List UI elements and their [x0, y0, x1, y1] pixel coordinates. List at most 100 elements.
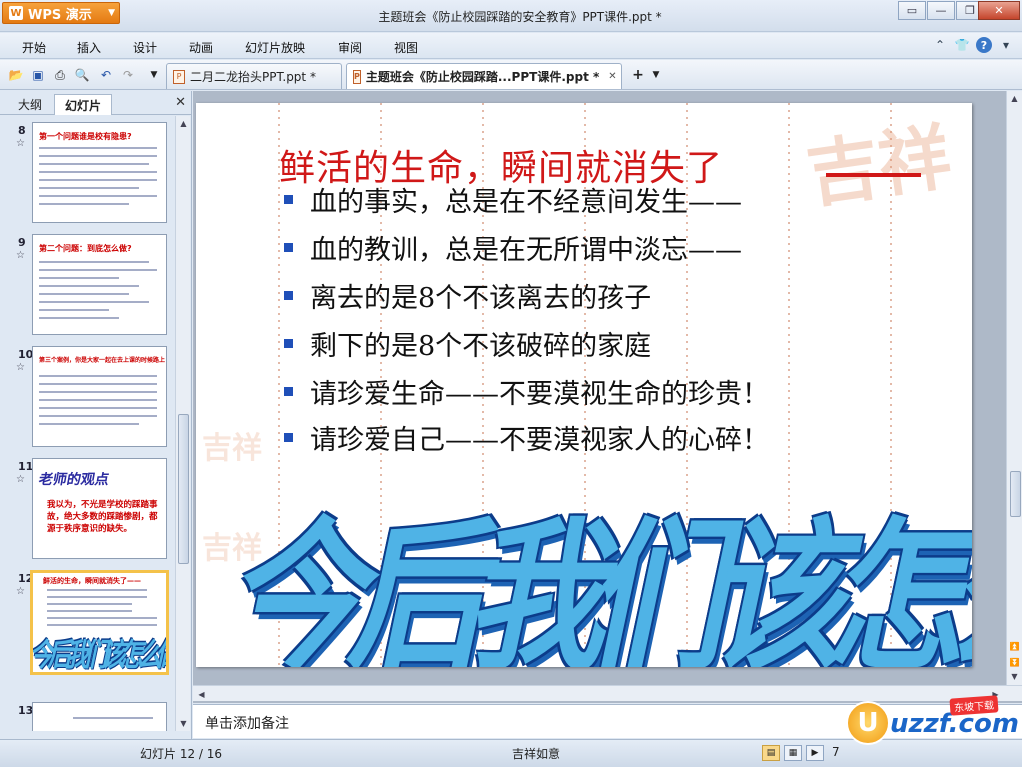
thumbnail-line — [39, 423, 139, 425]
slideshow-button[interactable]: ▶ — [806, 745, 824, 761]
minimize-icon: — — [935, 4, 947, 17]
thumbnail-line — [39, 285, 139, 287]
next-slide-icon[interactable]: ⏬ — [1008, 655, 1021, 669]
slide-thumbnail-13[interactable] — [32, 702, 167, 731]
slide-sorter-icon: ▦ — [788, 748, 798, 758]
print-icon[interactable]: ⎙ — [52, 67, 68, 83]
chevron-up-icon[interactable]: ⌃ — [932, 37, 948, 53]
save-icon[interactable]: ▣ — [30, 67, 46, 83]
scroll-up-icon[interactable]: ▲ — [1008, 91, 1021, 105]
ribbon-toggle-button[interactable]: ▭ — [898, 1, 926, 20]
bullet-text: 血的教训，总是在无所谓中淡忘—— — [310, 234, 742, 266]
thumbnail-line — [39, 277, 119, 279]
previous-slide-icon[interactable]: ⏫ — [1008, 639, 1021, 653]
bullet-square-icon — [284, 242, 293, 252]
slide-thumbnail-11[interactable]: 老师的观点 我以为，不光是学校的踩踏事故，绝大多数的踩踏惨剧，都源于秩序意识的缺… — [32, 458, 167, 559]
wordart-question[interactable]: 今后我们该怎么做? — [218, 465, 972, 667]
slide-thumbnail-9[interactable]: 第二个问题：到底怎么做? — [32, 234, 167, 335]
menu-design[interactable]: 设计 — [133, 39, 157, 56]
thumbnail-line — [39, 391, 157, 393]
slide-panel-scrollbar[interactable]: ▲ ▼ — [175, 116, 190, 731]
bullet-item: 血的教训，总是在无所谓中淡忘—— — [284, 227, 742, 267]
bullet-item: 请珍爱生命——不要漠视生命的珍贵！ — [284, 371, 769, 411]
redo-icon[interactable]: ↷ — [120, 67, 136, 83]
decorative-seal: 吉祥 — [202, 431, 262, 466]
bullet-square-icon — [284, 338, 293, 348]
new-tab-icon[interactable]: + — [630, 67, 646, 83]
quick-toolbar: 📂 ▣ ⎙ 🔍 ↶ ↷ ▼ P 二月二龙抬头PPT.ppt * P 主题班会《防… — [0, 60, 1022, 90]
thumbnail-line — [39, 171, 157, 173]
bullet-item: 请珍爱自己——不要漠视家人的心碎！ — [284, 417, 769, 457]
thumbnail-line — [39, 407, 157, 409]
close-panel-icon[interactable]: ✕ — [175, 95, 186, 110]
play-icon: ▶ — [811, 748, 819, 758]
tab-document-1[interactable]: P 二月二龙抬头PPT.ppt * — [166, 63, 342, 89]
slide-thumbnail-8[interactable]: 第一个问题谁是校有隐患? — [32, 122, 167, 223]
menu-animation[interactable]: 动画 — [189, 39, 213, 56]
title-bar: W WPS 演示 ▼ 主题班会《防止校园踩踏的安全教育》PPT课件.ppt * … — [0, 0, 1022, 32]
bullet-text: 请珍爱生命——不要漠视生命的珍贵！ — [310, 378, 769, 410]
menu-review[interactable]: 审阅 — [338, 39, 362, 56]
close-icon: ✕ — [994, 4, 1004, 17]
menu-home[interactable]: 开始 — [22, 39, 46, 56]
ribbon-icon: ▭ — [906, 4, 918, 17]
scroll-down-icon[interactable]: ▼ — [1008, 669, 1021, 683]
wps-app-menu-button[interactable]: W WPS 演示 ▼ — [2, 2, 120, 24]
scroll-up-icon[interactable]: ▲ — [177, 116, 190, 130]
animation-star-icon: ☆ — [16, 474, 25, 485]
editor-vertical-scrollbar[interactable]: ▲ ⏫ ⏬ ▼ — [1006, 91, 1022, 685]
animation-star-icon: ☆ — [16, 362, 25, 373]
menu-insert[interactable]: 插入 — [77, 39, 101, 56]
menu-right-icons: ⌃ 👕 ? ▾ — [932, 37, 1014, 53]
scroll-down-icon[interactable]: ▼ — [177, 716, 190, 730]
tab-document-2[interactable]: P 主题班会《防止校园踩踏...PPT课件.ppt * ✕ — [346, 63, 622, 89]
close-window-button[interactable]: ✕ — [978, 1, 1020, 20]
thumbnail-line — [47, 610, 132, 612]
close-tab-icon[interactable]: ✕ — [608, 71, 616, 82]
skin-icon[interactable]: 👕 — [954, 37, 970, 53]
minimize-button[interactable]: — — [927, 1, 955, 20]
slide-sorter-button[interactable]: ▦ — [784, 745, 802, 761]
tab-outline[interactable]: 大纲 — [8, 94, 52, 115]
help-icon[interactable]: ? — [976, 37, 992, 53]
print-preview-icon[interactable]: 🔍 — [74, 67, 90, 83]
animation-star-icon: ☆ — [16, 586, 25, 597]
slide-thumbnail-10[interactable]: 第三个案例，你是大家一起在去上课的时候路上 — [32, 346, 167, 447]
thumbnail-line — [39, 163, 149, 165]
watermark-logo-icon: U — [846, 701, 890, 745]
thumbnail-title: 第一个问题谁是校有隐患? — [39, 132, 132, 141]
scrollbar-thumb[interactable] — [1010, 471, 1021, 517]
normal-view-button[interactable]: ▤ — [762, 745, 780, 761]
thumbnail-line — [39, 301, 149, 303]
thumbnail-line — [73, 717, 153, 719]
tab-slides[interactable]: 幻灯片 — [54, 94, 113, 115]
slide-panel-tabs: 大纲 幻灯片 ✕ — [0, 91, 192, 115]
scrollbar-thumb[interactable] — [178, 414, 189, 564]
thumbnail-title: 第三个案例，你是大家一起在去上课的时候路上 — [39, 357, 166, 364]
thumbnail-line — [39, 399, 157, 401]
help-dropdown-icon[interactable]: ▾ — [998, 37, 1014, 53]
undo-icon[interactable]: ↶ — [98, 67, 114, 83]
slide-thumbnail-12[interactable]: 鲜活的生命，瞬间就消失了—— 今后我们该怎么做? — [30, 570, 169, 675]
bullet-text: 请珍爱自己——不要漠视家人的心碎！ — [310, 424, 769, 456]
customize-toolbar-icon[interactable]: ▼ — [146, 67, 162, 83]
scroll-left-icon[interactable]: ◀ — [195, 687, 208, 701]
thumbnail-title: 第二个问题：到底怎么做? — [39, 244, 132, 253]
thumbnail-line — [39, 203, 129, 205]
current-slide[interactable]: 吉祥 吉祥 吉祥 鲜活的生命，瞬间就消失了 血的事实，总是在不经意间发生—— 血… — [196, 103, 972, 667]
thumbnail-body: 我以为，不光是学校的踩踏事故，绝大多数的踩踏惨剧，都源于秩序意识的缺失。 — [47, 500, 158, 534]
menu-view[interactable]: 视图 — [394, 39, 418, 56]
slide-editor: 吉祥 吉祥 吉祥 鲜活的生命，瞬间就消失了 血的事实，总是在不经意间发生—— 血… — [193, 91, 1022, 703]
bullet-square-icon — [284, 432, 293, 442]
tab-document-1-label: 二月二龙抬头PPT.ppt * — [190, 70, 316, 84]
tab-menu-icon[interactable]: ▼ — [648, 67, 664, 83]
thumbnail-line — [39, 293, 129, 295]
slide-panel: 大纲 幻灯片 ✕ 8 ☆ 第一个问题谁是校有隐患? 9 ☆ 第二个问题：到底怎么… — [0, 91, 192, 739]
thumbnail-line — [47, 624, 157, 626]
thumbnail-line — [39, 155, 157, 157]
menu-slideshow[interactable]: 幻灯片放映 — [245, 39, 305, 56]
slide-number: 9 — [18, 236, 26, 249]
open-folder-icon[interactable]: 📂 — [8, 67, 24, 83]
thumbnail-line — [39, 187, 139, 189]
slide-counter: 幻灯片 12 / 16 — [140, 747, 223, 761]
